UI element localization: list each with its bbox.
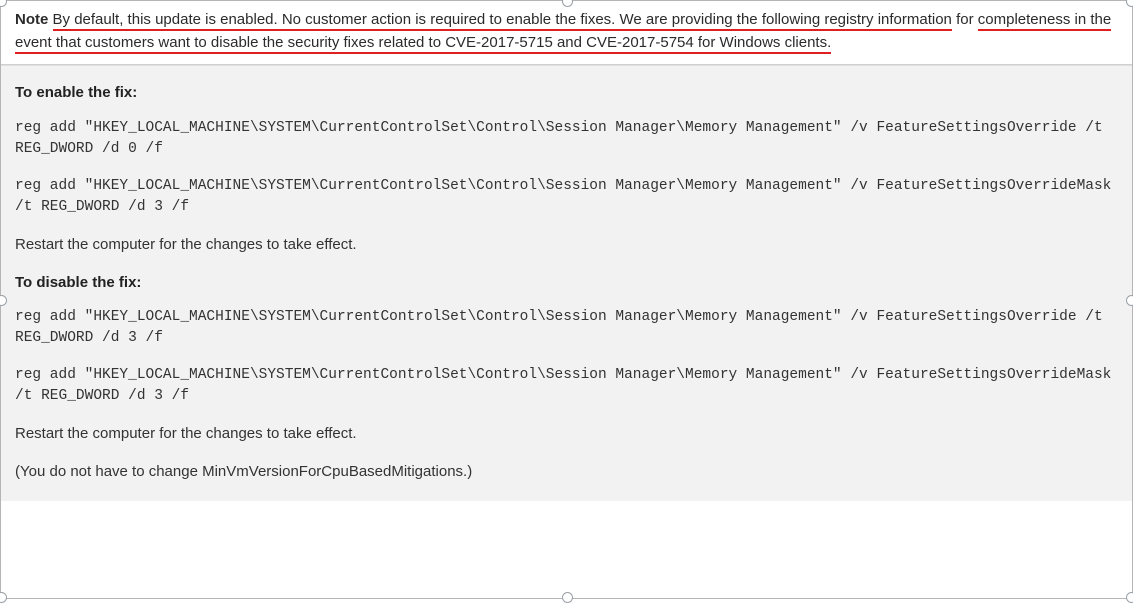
- registry-command: reg add "HKEY_LOCAL_MACHINE\SYSTEM\Curre…: [15, 365, 1118, 407]
- registry-command: reg add "HKEY_LOCAL_MACHINE\SYSTEM\Curre…: [15, 307, 1118, 349]
- registry-instructions-panel: To enable the fix: reg add "HKEY_LOCAL_M…: [1, 65, 1132, 501]
- note-label: Note: [15, 11, 48, 28]
- resize-handle[interactable]: [562, 592, 573, 603]
- registry-command: reg add "HKEY_LOCAL_MACHINE\SYSTEM\Curre…: [15, 118, 1118, 160]
- extra-note: (You do not have to change MinVmVersionF…: [15, 461, 1118, 483]
- resize-handle[interactable]: [0, 592, 7, 603]
- note-mid-text: for: [956, 11, 978, 28]
- note-box: Note By default, this update is enabled.…: [1, 1, 1132, 65]
- document-frame: Note By default, this update is enabled.…: [0, 0, 1133, 599]
- registry-command: reg add "HKEY_LOCAL_MACHINE\SYSTEM\Curre…: [15, 176, 1118, 218]
- disable-section-title: To disable the fix:: [15, 272, 1118, 294]
- restart-note: Restart the computer for the changes to …: [15, 423, 1118, 445]
- resize-handle[interactable]: [1126, 295, 1133, 306]
- restart-note: Restart the computer for the changes to …: [15, 234, 1118, 256]
- enable-section-title: To enable the fix:: [15, 82, 1118, 104]
- note-underlined-text: By default, this update is enabled. No c…: [53, 11, 952, 31]
- resize-handle[interactable]: [1126, 592, 1133, 603]
